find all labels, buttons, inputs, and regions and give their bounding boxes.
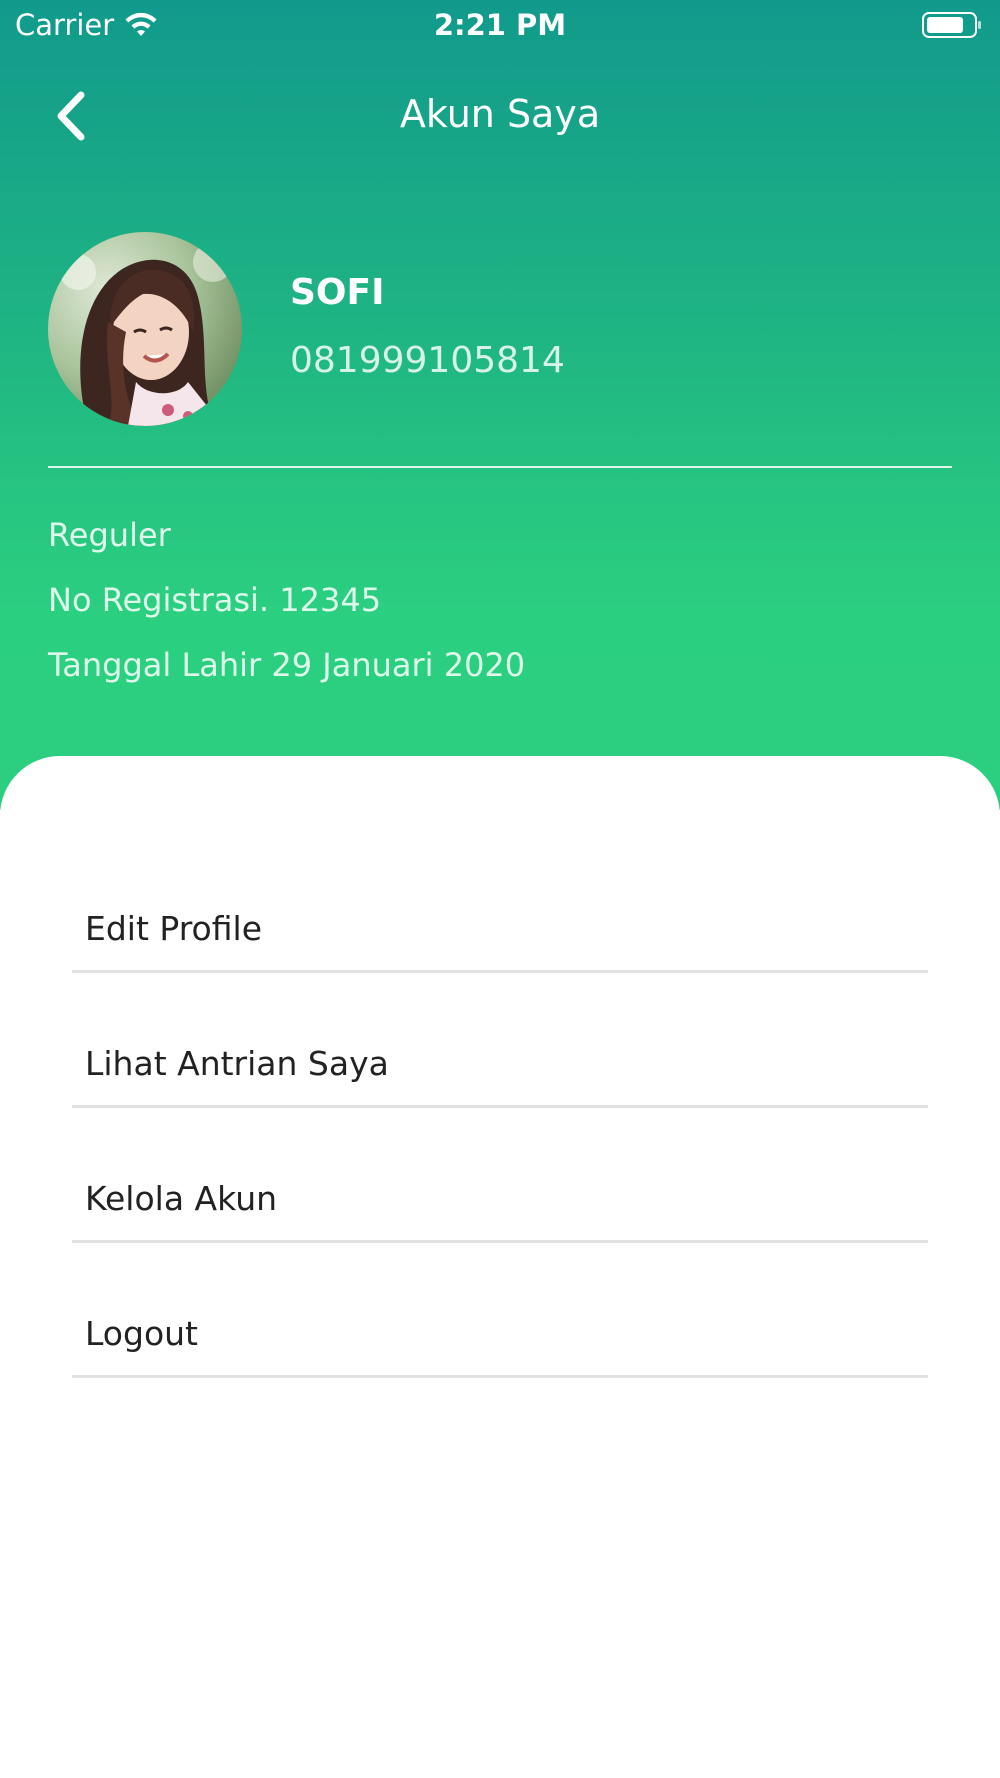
menu-card: Edit Profile Lihat Antrian Saya Kelola A… bbox=[0, 756, 1000, 1778]
menu-item-logout[interactable]: Logout bbox=[72, 1279, 928, 1378]
page-title: Akun Saya bbox=[399, 92, 601, 136]
registration-number: No Registrasi. 12345 bbox=[48, 581, 382, 619]
menu-item-lihat-antrian[interactable]: Lihat Antrian Saya bbox=[72, 1009, 928, 1108]
menu-item-label: Kelola Akun bbox=[85, 1179, 278, 1218]
menu-item-kelola-akun[interactable]: Kelola Akun bbox=[72, 1144, 928, 1243]
menu-item-label: Lihat Antrian Saya bbox=[85, 1044, 389, 1083]
menu-item-label: Edit Profile bbox=[85, 909, 263, 948]
profile-divider bbox=[48, 466, 952, 468]
avatar bbox=[48, 232, 242, 426]
membership-label: Reguler bbox=[48, 516, 171, 554]
status-bar: Carrier 2:21 PM bbox=[0, 0, 1000, 50]
menu-item-edit-profile[interactable]: Edit Profile bbox=[72, 874, 928, 973]
birth-date: Tanggal Lahir 29 Januari 2020 bbox=[48, 646, 526, 684]
user-name: SOFI bbox=[290, 272, 385, 313]
menu-item-label: Logout bbox=[85, 1314, 198, 1353]
battery-icon bbox=[922, 12, 982, 38]
user-phone: 081999105814 bbox=[290, 340, 565, 381]
status-time: 2:21 PM bbox=[433, 8, 567, 42]
